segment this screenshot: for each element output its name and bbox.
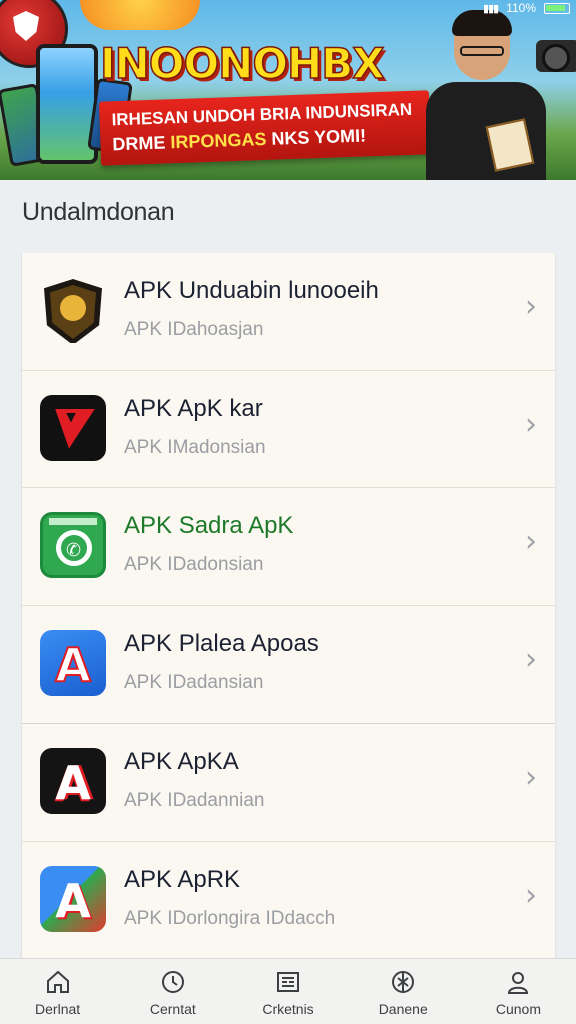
banner-headline: INOONOHBX <box>99 38 385 89</box>
nav-item-documents[interactable]: Crketnis <box>230 959 345 1024</box>
app-subtitle: APK IDorlongira IDdacch <box>124 907 336 929</box>
banner-ribbon: IRHESAN UNDOH BRIA INDUNSIRAN DRME IRPON… <box>98 90 432 166</box>
list-item[interactable]: APK Unduabin lunooeih APK IDahoasjan › <box>22 253 555 371</box>
clock-icon <box>161 971 184 993</box>
list-item[interactable]: A APK ApKA APK IDadannian › <box>22 724 555 842</box>
nav-label: Cunom <box>495 1001 541 1017</box>
nav-item-recent[interactable]: Cerntat <box>115 959 230 1024</box>
status-bar: ▮▮▮ 110% <box>483 0 570 16</box>
chevron-right-icon: › <box>525 406 537 442</box>
list-item[interactable]: APK ApK kar APK IMadonsian › <box>22 371 555 488</box>
nav-label: Crketnis <box>262 1001 314 1017</box>
list-item[interactable]: A APK ApRK APK IDorlongira IDdacch › <box>22 842 555 960</box>
nav-label: Derlnat <box>35 1001 81 1017</box>
list-item[interactable]: ✆ APK Sadra ApK APK IDadonsian › <box>22 488 555 606</box>
shield-emblem-icon <box>40 277 106 343</box>
nav-label: Danene <box>378 1001 428 1017</box>
profile-icon <box>508 972 529 994</box>
list-item[interactable]: A APK Plalea Apoas APK IDadansian › <box>22 606 555 724</box>
chevron-right-icon: › <box>525 641 537 677</box>
nav-item-profile[interactable]: Cunom <box>461 959 576 1024</box>
red-triangle-app-icon <box>40 394 106 461</box>
app-list: A APK ApKA APK IDadannian › A APK ApRK A… <box>22 724 555 959</box>
app-subtitle: APK IDadannian <box>124 790 265 811</box>
person-photo <box>416 6 546 180</box>
multicolor-a-app-icon: A <box>40 865 106 932</box>
chevron-right-icon: › <box>525 877 537 913</box>
document-icon <box>277 972 299 992</box>
phone-call-app-icon: ✆ <box>40 512 106 578</box>
promo-banner[interactable]: INOONOHBX IRHESAN UNDOH BRIA INDUNSIRAN … <box>0 0 576 180</box>
app-subtitle: APK IDadonsian <box>124 554 264 575</box>
app-list: APK Unduabin lunooeih APK IDahoasjan › A… <box>22 253 555 723</box>
app-title: APK ApK kar <box>124 394 263 422</box>
home-icon <box>46 970 69 993</box>
battery-icon <box>544 2 570 14</box>
bottom-nav: Derlnat Cerntat Crketnis Danene Cunom <box>0 958 576 1024</box>
nav-item-explore[interactable]: Danene <box>346 959 461 1024</box>
signal-icon: ▮▮▮ <box>483 2 499 15</box>
app-title: APK Plalea Apoas <box>124 629 319 657</box>
app-subtitle: APK IDadansian <box>124 671 264 693</box>
sun-graphic <box>80 0 200 30</box>
chevron-right-icon: › <box>525 760 537 795</box>
app-title: APK Sadra ApK <box>124 512 294 539</box>
app-title: APK ApKA <box>124 748 239 775</box>
chevron-right-icon: › <box>525 524 537 559</box>
app-title: APK Unduabin lunooeih <box>124 277 379 304</box>
globe-icon <box>392 971 415 993</box>
nav-label: Cerntat <box>149 1001 196 1017</box>
app-subtitle: APK IDahoasjan <box>124 319 264 340</box>
battery-percent: 110% <box>506 1 536 15</box>
chevron-right-icon: › <box>525 289 537 324</box>
nav-item-home[interactable]: Derlnat <box>0 959 115 1024</box>
app-subtitle: APK IMadonsian <box>124 436 266 458</box>
black-a-app-icon: A <box>40 748 106 814</box>
camera-icon <box>536 40 576 72</box>
section-title: Undalmdonan <box>22 198 175 226</box>
app-title: APK ApRK <box>124 865 241 893</box>
app-store-a-icon: A <box>40 629 106 696</box>
